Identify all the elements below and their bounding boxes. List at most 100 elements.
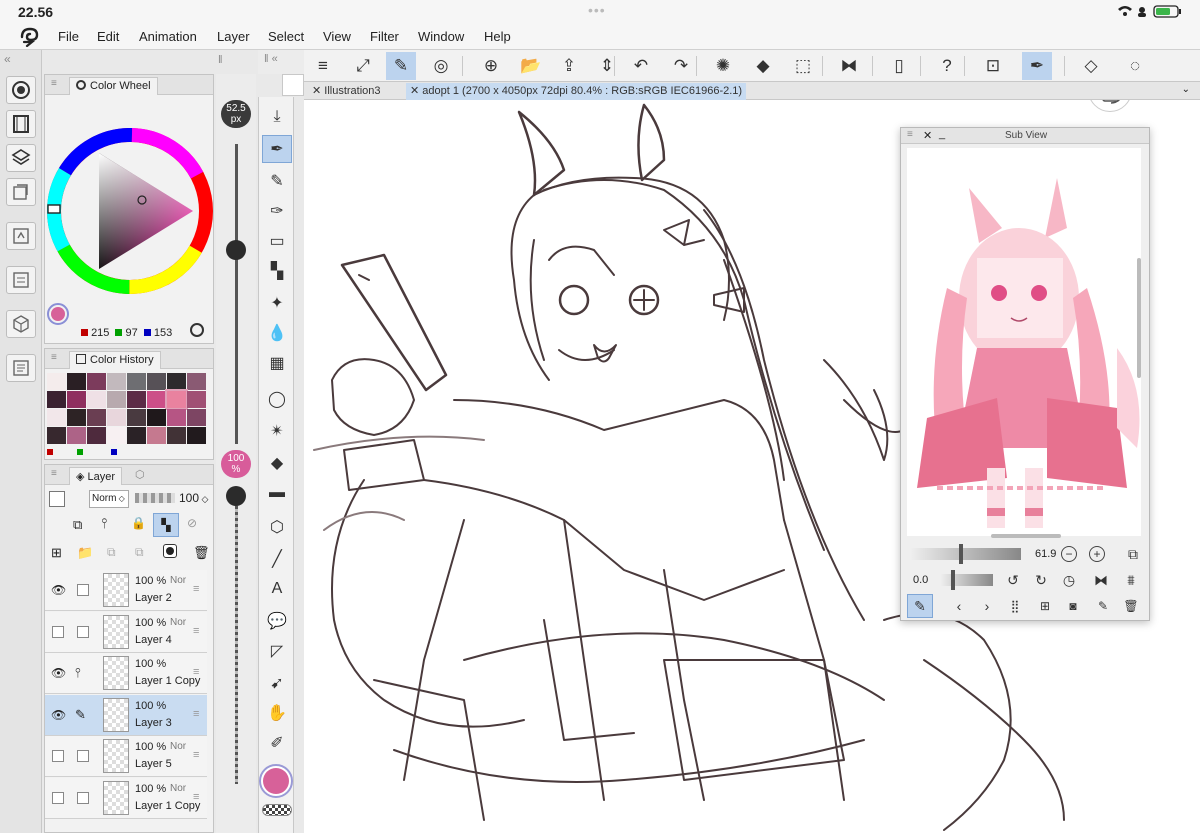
zoom-in-icon[interactable]: + [1089,546,1105,562]
layer-row[interactable]: 100 % Nor Layer 1 Copy ≡ [45,777,207,819]
combine-down-icon[interactable]: ⧉ [135,545,144,560]
reference-icon[interactable]: ⫯ [75,665,81,681]
eraser-tool-icon[interactable]: ▭ [262,227,292,255]
tab-adopt-1[interactable]: ✕ adopt 1 (2700 x 4050px 72dpi 80.4% : R… [406,83,747,100]
lock-transparency-icon[interactable]: ▚ [153,513,179,537]
eye-icon[interactable]: 👁 [51,583,66,597]
layer-select-checkbox[interactable] [77,750,89,762]
color-swatch[interactable] [107,427,126,444]
layer-row[interactable]: 100 % Nor Layer 4 ≡ [45,611,207,653]
import-icon[interactable]: ⊞ [1035,596,1055,616]
undo-icon[interactable]: ↶ [626,52,656,80]
mesh-icon[interactable]: ▦ [262,349,292,377]
layer-color-box[interactable] [49,491,65,507]
lasso-icon[interactable]: ◌ [1120,52,1150,80]
menu-edit[interactable]: Edit [97,29,119,44]
new-raster-layer-icon[interactable]: ⊞ [51,545,62,561]
panel-grip-icon[interactable]: ≡ [51,352,57,363]
dock-color-button[interactable] [6,76,36,104]
menu-help[interactable]: Help [484,29,511,44]
flip-vertical-icon[interactable]: ⩩ [1121,570,1141,590]
color-swatch[interactable] [127,373,146,390]
panel-grip-icon[interactable]: ≡ [907,129,913,140]
brush-icon[interactable]: ✎ [386,52,416,80]
color-swatch[interactable] [67,409,86,426]
layer-select-checkbox[interactable] [77,584,89,596]
menu-layer[interactable]: Layer [217,29,250,44]
color-swatch[interactable] [167,427,186,444]
airbrush-icon[interactable]: ▚ [262,257,292,285]
down-arrow-icon[interactable]: ⤓ [262,103,292,131]
pen-icon[interactable]: ✒ [1022,52,1052,80]
color-swatch[interactable] [47,427,66,444]
spiral-icon[interactable]: ◎ [426,52,456,80]
layer-row[interactable]: 👁 100 % Layer 3 ≡ ✎ [45,694,207,736]
blend-icon[interactable]: 💧 [262,319,292,347]
layer-tab2-icon[interactable]: ⬡ [135,468,145,481]
stepper-icon[interactable]: ⇕ [592,52,622,80]
menu-animation[interactable]: Animation [139,29,197,44]
menu-view[interactable]: View [323,29,351,44]
color-swatch[interactable] [147,409,166,426]
color-swatch[interactable] [187,391,206,408]
reference-layer-icon[interactable]: ⫯ [101,515,107,532]
pen-tool-icon[interactable]: ✒ [262,135,292,163]
menu-filter[interactable]: Filter [370,29,399,44]
brush-size-knob[interactable] [226,240,246,260]
dock-property-button[interactable] [6,266,36,294]
brush-opacity-knob[interactable] [226,486,246,506]
visibility-checkbox[interactable] [52,625,64,638]
color-swatch[interactable] [187,373,206,390]
grid-view-icon[interactable]: ⣿ [1005,596,1025,616]
transparent-color-chip[interactable] [262,804,292,816]
color-swatch[interactable] [107,409,126,426]
color-swatch[interactable] [47,373,66,390]
dock-animation-button[interactable] [6,110,36,138]
drag-handle-icon[interactable]: ≡ [193,708,199,720]
brush-opacity-track[interactable] [235,494,238,784]
rotate-canvas-button[interactable] [1088,100,1132,112]
eyedropper-icon[interactable]: ✎ [907,594,933,618]
drag-handle-icon[interactable]: ≡ [193,791,199,803]
edit-icon[interactable]: ✎ [1093,596,1113,616]
color-swatch[interactable] [87,427,106,444]
hand-icon[interactable]: ✋ [262,699,292,727]
delete-layer-icon[interactable]: 🗑 [193,545,210,561]
chevron-down-icon[interactable]: ⌄ [1182,84,1190,95]
line-icon[interactable]: ╱ [262,545,292,573]
clip-studio-logo-icon[interactable] [18,27,40,47]
color-swatch[interactable] [67,427,86,444]
dock-material-button[interactable] [6,178,36,206]
help-icon[interactable]: ? [932,52,962,80]
magic-wand-icon[interactable]: ✴ [262,417,292,445]
3d-icon[interactable]: ⬡ [262,513,292,541]
new-folder-icon[interactable]: 📁 [77,545,93,561]
frame-icon[interactable]: ◸ [262,637,292,665]
multitask-dots[interactable]: ••• [588,2,606,18]
opacity-slider[interactable] [135,493,175,503]
minimize-icon[interactable]: _ [939,128,945,140]
color-swatch[interactable] [167,409,186,426]
color-wheel[interactable] [47,125,217,297]
opacity-field[interactable]: 100 ◇ [179,491,208,505]
layer-select-checkbox[interactable] [77,791,89,804]
flip-horizontal-icon[interactable]: ⧓ [1091,570,1111,590]
menu-icon[interactable]: ≡ [308,52,338,80]
color-swatch[interactable] [165,389,188,410]
color-swatch[interactable] [127,427,146,444]
color-swatch[interactable] [127,409,146,426]
menu-window[interactable]: Window [418,29,464,44]
color-swatch[interactable] [87,391,106,408]
layer-select-checkbox[interactable] [77,625,89,638]
color-swatch[interactable] [47,409,66,426]
dock-collapse-icon[interactable]: ‖ [218,54,223,66]
transform-icon[interactable]: ⬚ [788,52,818,80]
main-color-chip[interactable] [259,764,293,798]
open-icon[interactable]: 📂 [516,52,546,80]
camera-icon[interactable]: ◙ [1063,596,1083,616]
color-swatch[interactable] [47,391,66,408]
brush-opacity-badge[interactable]: 100% [221,450,251,478]
menu-file[interactable]: File [58,29,79,44]
layer-row[interactable]: 👁 100 % Nor Layer 2 ≡ [45,570,207,611]
color-swatch[interactable] [67,391,86,408]
